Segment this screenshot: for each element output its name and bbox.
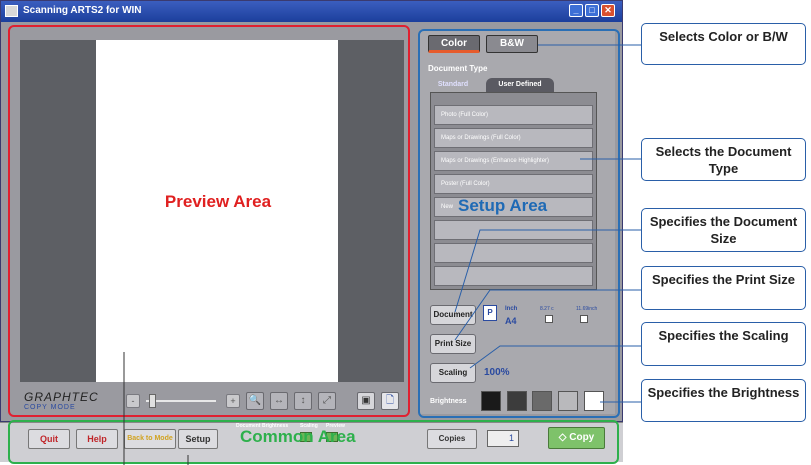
annotated-screenshot: Scanning ARTS2 for WIN _ □ ✕ Preview Are… xyxy=(0,0,811,465)
callout-scaling: Specifies the Scaling xyxy=(641,322,806,366)
leader-printsize xyxy=(454,289,641,341)
callout-doc-size: Specifies the Document Size xyxy=(641,208,806,252)
leader-scaling xyxy=(469,345,641,369)
callout-color: Selects Color or B/W xyxy=(641,23,806,65)
callout-print-size: Specifies the Print Size xyxy=(641,266,806,310)
callout-brightness: Specifies the Brightness xyxy=(641,379,806,422)
callout-doc-type: Selects the Document Type xyxy=(641,138,806,181)
